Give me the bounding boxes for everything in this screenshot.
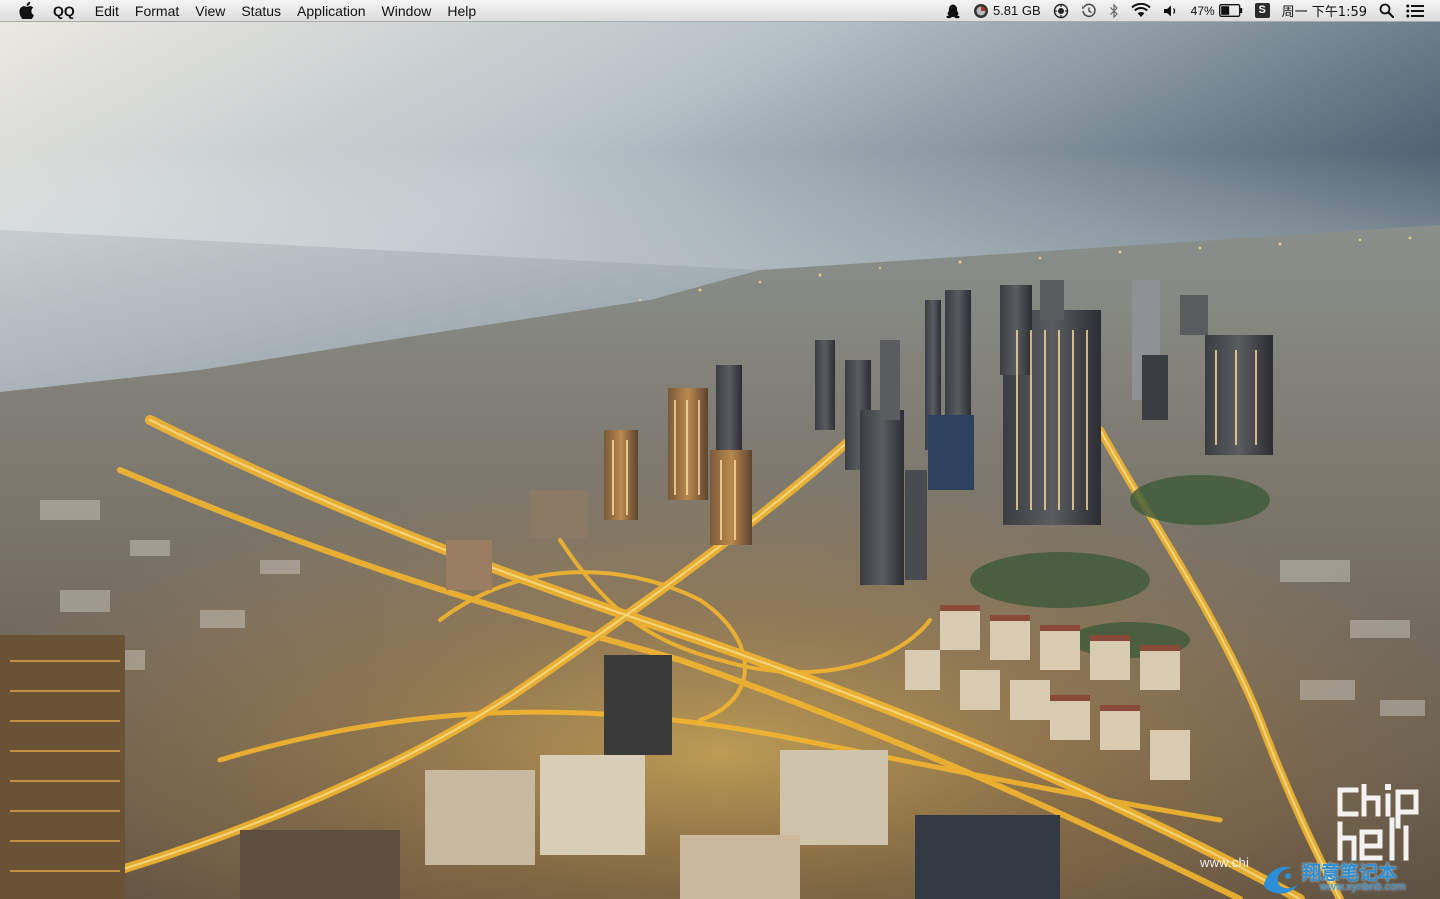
xynbnb-watermark: 翔意笔记本 www.xynbnb.com	[1262, 858, 1440, 898]
desktop-wallpaper	[0, 0, 1440, 899]
desktop: QQ Edit Format View Status Application W…	[0, 0, 1440, 899]
wifi-icon	[1130, 3, 1151, 17]
memory-status-item[interactable]: 5.81 GB	[967, 0, 1047, 22]
apple-menu-icon[interactable]	[17, 2, 35, 20]
bluetooth-status-item[interactable]	[1103, 0, 1125, 22]
qq-status-item[interactable]	[939, 0, 967, 22]
sun-icon	[1053, 3, 1068, 18]
bluetooth-icon	[1109, 3, 1118, 18]
chiphell-logo	[1337, 784, 1419, 861]
notification-center-status-item[interactable]	[1400, 0, 1430, 22]
chiphell-url-watermark: www.chi	[1200, 855, 1250, 870]
battery-status-item[interactable]: 47%	[1185, 0, 1249, 22]
input-method-icon: S	[1254, 3, 1270, 18]
menu-bar: QQ Edit Format View Status Application W…	[0, 0, 1440, 22]
input-method-status-item[interactable]: S	[1249, 0, 1276, 22]
volume-status-item[interactable]	[1157, 0, 1185, 22]
battery-percent-text: 47%	[1190, 3, 1215, 18]
menu-application[interactable]: Application	[289, 0, 374, 22]
menu-window[interactable]: Window	[374, 0, 440, 22]
xynbnb-url: www.xynbnb.com	[1320, 881, 1406, 893]
memory-gauge-icon	[973, 3, 988, 18]
clock-text: 周一 下午1:59	[1281, 5, 1367, 20]
menu-view[interactable]: View	[187, 0, 233, 22]
spotlight-status-item[interactable]	[1373, 0, 1400, 22]
wave-logo-icon	[1264, 866, 1298, 894]
speaker-icon	[1163, 5, 1175, 16]
menu-status[interactable]: Status	[233, 0, 289, 22]
qq-penguin-icon	[946, 4, 960, 18]
menu-edit[interactable]: Edit	[87, 0, 127, 22]
magnifier-icon	[1379, 3, 1394, 18]
clock-status-item[interactable]: 周一 下午1:59	[1276, 0, 1373, 22]
memory-free-text: 5.81 GB	[992, 3, 1041, 18]
time-machine-icon	[1081, 3, 1096, 17]
wifi-status-item[interactable]	[1125, 0, 1157, 22]
menu-app-name[interactable]: QQ	[51, 0, 87, 22]
list-icon	[1406, 4, 1424, 17]
menu-help[interactable]: Help	[439, 0, 484, 22]
battery-icon	[1218, 4, 1242, 17]
weather-status-item[interactable]	[1047, 0, 1075, 22]
time-machine-status-item[interactable]	[1075, 0, 1103, 22]
menu-format[interactable]: Format	[127, 0, 187, 22]
